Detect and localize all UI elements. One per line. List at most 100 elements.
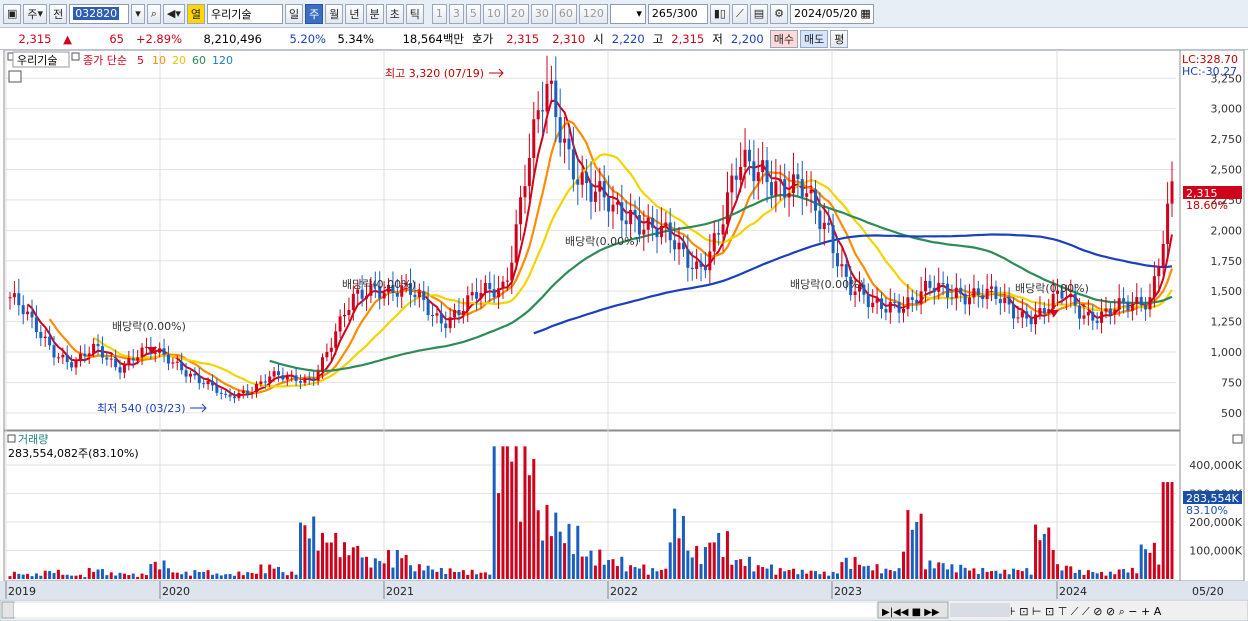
tick-120[interactable]: 120: [578, 3, 608, 24]
candle-body: [752, 161, 756, 182]
scrollbar-track[interactable]: [14, 603, 876, 617]
volume-bar: [809, 570, 813, 579]
tick-30[interactable]: 30: [530, 3, 553, 24]
candle-body: [316, 371, 320, 381]
tick-10[interactable]: 10: [482, 3, 505, 24]
candle-body: [761, 160, 765, 173]
bar-count[interactable]: 265/300: [647, 3, 708, 24]
candle-body: [990, 286, 994, 289]
save-icon[interactable]: ▤: [749, 3, 769, 24]
eval-button[interactable]: 평: [830, 29, 849, 48]
grid-toggle-icon[interactable]: [8, 70, 22, 83]
tick-custom-dropdown[interactable]: ▾: [609, 3, 646, 24]
volume-bar: [563, 543, 567, 579]
market-select[interactable]: 주 ▾: [23, 3, 48, 24]
calendar-icon[interactable]: ▦: [860, 7, 870, 20]
volume-bar: [968, 570, 972, 579]
tick-3[interactable]: 3: [448, 3, 464, 24]
window-icon[interactable]: ▣: [3, 3, 22, 24]
candle-type-icon[interactable]: ▮▯: [709, 3, 730, 24]
stock-chart[interactable]: 5007501,0001,2501,5001,7502,0002,2502,50…: [0, 50, 1248, 621]
volume-bar: [109, 572, 113, 579]
buy-button[interactable]: 매수: [769, 29, 799, 48]
date-input[interactable]: 2024/05/20 ▦: [789, 3, 874, 24]
candle-body: [888, 301, 892, 313]
volume-bar: [620, 556, 624, 579]
sell-button[interactable]: 매도: [800, 29, 829, 48]
candle-body: [109, 358, 113, 360]
turnover-pct: 5.20%: [289, 31, 326, 46]
volume-bar: [391, 567, 395, 579]
volume-bar: [642, 564, 646, 579]
tick-20[interactable]: 20: [506, 3, 529, 24]
volume-bar: [963, 567, 967, 579]
tick-60[interactable]: 60: [554, 3, 577, 24]
volume-bar: [400, 558, 404, 579]
prev-button[interactable]: 전: [49, 3, 68, 24]
period-week[interactable]: 주: [305, 3, 324, 24]
tick-5[interactable]: 5: [465, 3, 481, 24]
volume-bar: [765, 568, 769, 579]
candle-body: [532, 119, 536, 158]
candle-body: [281, 375, 285, 380]
candle-body: [259, 381, 263, 384]
period-tick[interactable]: 틱: [405, 3, 424, 24]
volume-pane-value: 283,554,082주(83.10%): [8, 447, 139, 460]
period-month[interactable]: 월: [325, 3, 344, 24]
quote-line: 2,315 ▲ 65 +2.89% 8,210,496 5.20% 5.34% …: [0, 28, 1248, 50]
nav-controls-icon[interactable]: ▶|◀◀ ■ ▶▶: [882, 607, 940, 618]
period-year[interactable]: 년: [345, 3, 364, 24]
volume-bar: [677, 538, 681, 579]
candle-body: [664, 222, 668, 226]
candle-body: [294, 375, 298, 382]
volume-bar: [840, 562, 844, 579]
volume-bar: [158, 569, 162, 579]
search-icon[interactable]: ⌕: [146, 3, 161, 24]
range-slider[interactable]: [950, 603, 1010, 617]
candle-body: [1038, 308, 1042, 315]
candle-body: [1122, 298, 1126, 302]
period-minute[interactable]: 분: [365, 3, 384, 24]
candle-body: [637, 215, 641, 235]
candle-body: [285, 376, 289, 380]
volume-bar: [875, 564, 879, 579]
candle-body: [351, 293, 355, 311]
volume-bar: [589, 550, 593, 579]
volume-bar: [615, 566, 619, 579]
scroll-left-button[interactable]: [1, 601, 15, 619]
speaker-icon[interactable]: ◀▾: [162, 3, 185, 24]
volume-bar: [721, 557, 725, 579]
settings-icon[interactable]: ⚙: [770, 3, 788, 24]
candle-body: [70, 362, 74, 368]
volume-bar: [611, 559, 615, 579]
volume-bar: [272, 568, 276, 579]
candle-body: [343, 314, 347, 317]
candle-body: [950, 297, 954, 299]
candle-body: [1161, 243, 1165, 268]
candle-body: [818, 210, 822, 229]
drawing-icon[interactable]: ⟋: [731, 3, 748, 24]
candle-body: [602, 181, 606, 198]
stock-code-input[interactable]: 032820: [69, 3, 130, 24]
candle-body: [567, 138, 571, 150]
volume-bar: [915, 521, 919, 579]
volume-bar: [263, 573, 267, 579]
candle-body: [703, 266, 707, 271]
volume-bar: [1064, 565, 1068, 579]
volume-bar: [206, 570, 210, 579]
dropdown-icon[interactable]: ▾: [131, 3, 145, 24]
tick-1[interactable]: 1: [431, 3, 447, 24]
candle-body: [902, 309, 906, 313]
volume-bar: [541, 540, 545, 579]
volume-bar: [593, 565, 597, 579]
pane-close-icon[interactable]: [1232, 434, 1243, 444]
candle-body: [778, 179, 782, 182]
period-second[interactable]: 초: [385, 3, 404, 24]
volume-bar: [338, 557, 342, 579]
volume-bar: [1051, 550, 1055, 579]
low-annotation: 최저 540 (03/23): [97, 402, 186, 415]
legend-ma10: 10: [152, 54, 166, 67]
drawing-tools-icon[interactable]: ⊦ ⊡ ⊢ ⊡ ⊤ ⟋ ⟋ ⊘ ⊘ ⌕ − + A: [1010, 605, 1162, 618]
candle-body: [61, 354, 65, 358]
period-day[interactable]: 일: [285, 3, 304, 24]
